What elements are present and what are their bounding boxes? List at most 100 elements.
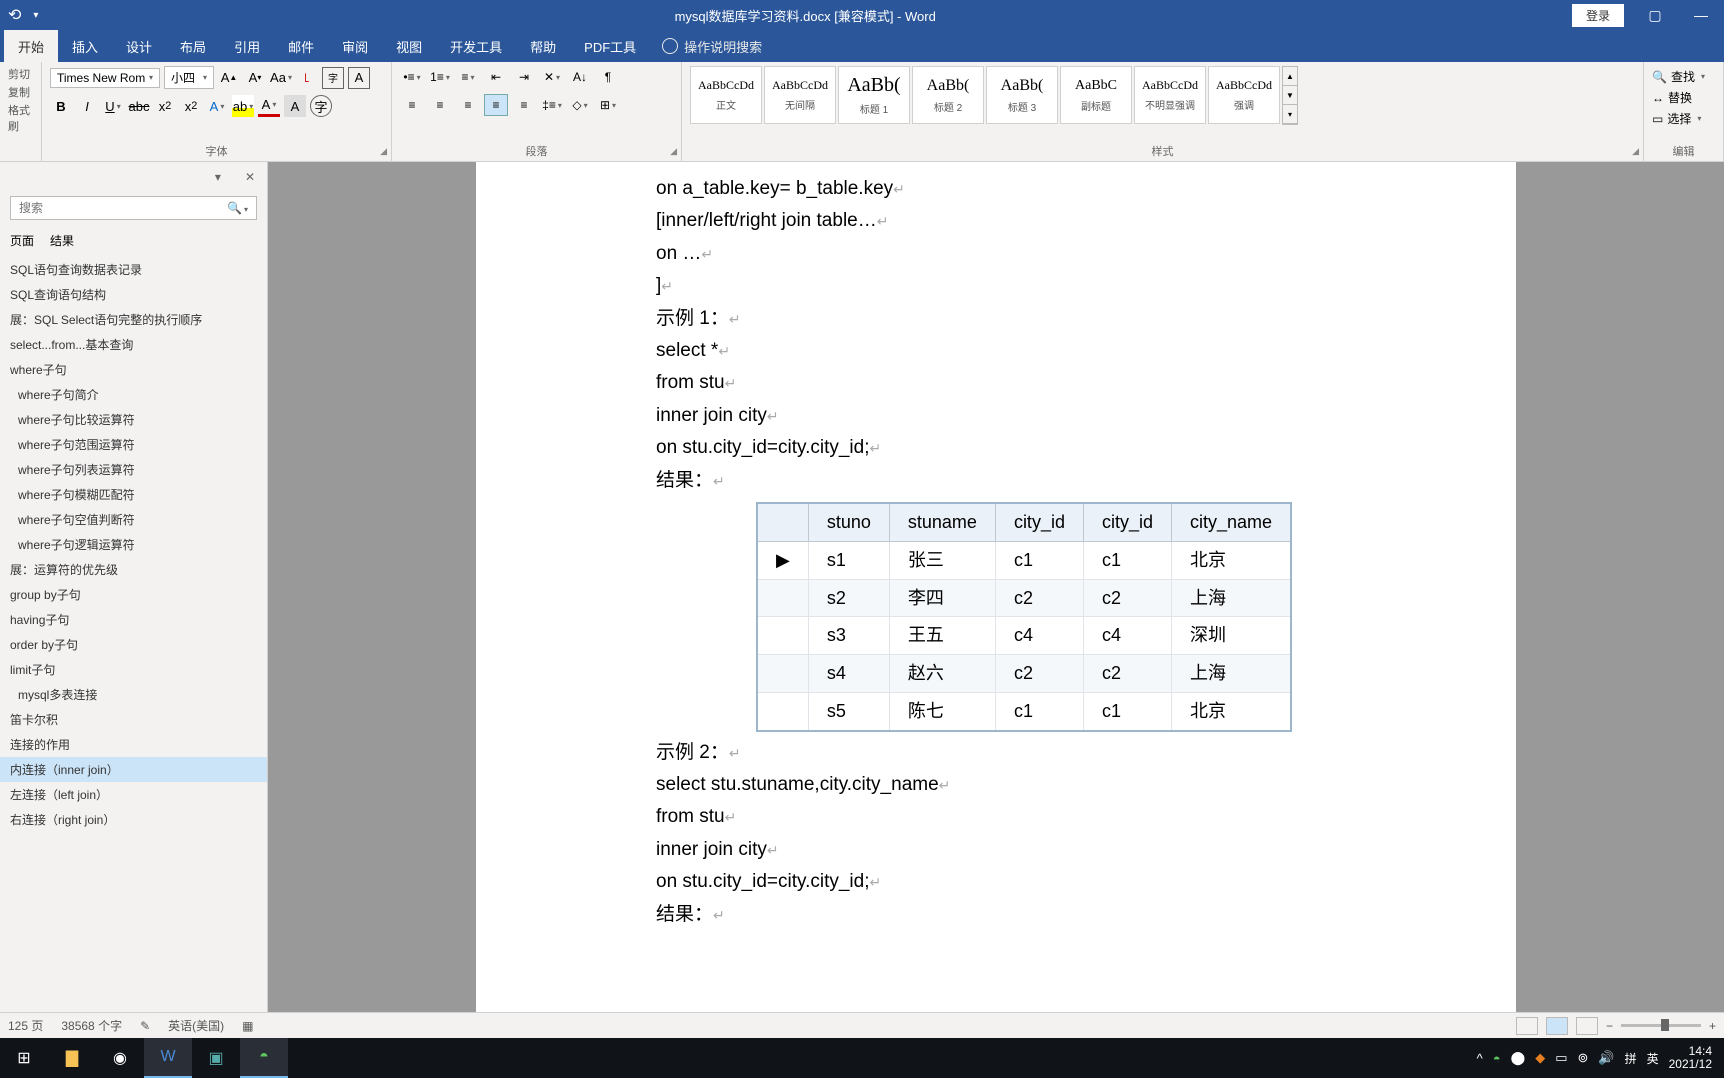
nav-heading-item[interactable]: select...from...基本查询 (0, 332, 267, 357)
spell-check-icon[interactable]: ✎ (140, 1019, 150, 1033)
nav-heading-item[interactable]: 左连接（left join） (0, 782, 267, 807)
replace-button[interactable]: ↔替换 (1652, 87, 1715, 108)
style-item-6[interactable]: AaBbCcDd不明显强调 (1134, 66, 1206, 124)
multilevel-button[interactable]: ≡▾ (456, 66, 480, 88)
tray-wifi-icon[interactable]: ⊚ (1577, 1050, 1588, 1066)
superscript-button[interactable]: x2 (180, 95, 202, 117)
char-shading-button[interactable]: A (284, 95, 306, 117)
align-left-button[interactable]: ≡ (400, 94, 424, 116)
macro-icon[interactable]: ▦ (242, 1019, 253, 1033)
italic-button[interactable]: I (76, 95, 98, 117)
tab-insert[interactable]: 插入 (58, 30, 112, 62)
tab-view[interactable]: 视图 (382, 30, 436, 62)
justify-button[interactable]: ≡ (484, 94, 508, 116)
page-count[interactable]: 125 页 (8, 1017, 43, 1034)
tray-app3-icon[interactable]: ◆ (1535, 1050, 1545, 1066)
nav-heading-item[interactable]: where子句逻辑运算符 (0, 532, 267, 557)
nav-heading-item[interactable]: order by子句 (0, 632, 267, 657)
nav-heading-item[interactable]: where子句模糊匹配符 (0, 482, 267, 507)
web-layout-button[interactable] (1576, 1017, 1598, 1035)
print-layout-button[interactable] (1546, 1017, 1568, 1035)
text-effects-button[interactable]: A▾ (206, 95, 228, 117)
nav-heading-item[interactable]: where子句比较运算符 (0, 407, 267, 432)
nav-search-input[interactable] (19, 201, 227, 215)
nav-heading-item[interactable]: having子句 (0, 607, 267, 632)
tray-app1-icon[interactable]: ◓ (1493, 1051, 1501, 1066)
word-icon[interactable]: W (144, 1038, 192, 1078)
borders-button[interactable]: ⊞▾ (596, 94, 620, 116)
numbering-button[interactable]: 1≡▾ (428, 66, 452, 88)
tab-references[interactable]: 引用 (220, 30, 274, 62)
wechat-icon[interactable]: ◓ (240, 1038, 288, 1078)
char-border-button[interactable]: 字 (322, 67, 344, 89)
change-case-button[interactable]: Aa▾ (270, 67, 292, 89)
tray-volume-icon[interactable]: 🔊 (1598, 1050, 1614, 1066)
nav-heading-item[interactable]: limit子句 (0, 657, 267, 682)
align-center-button[interactable]: ≡ (428, 94, 452, 116)
style-item-1[interactable]: AaBbCcDd无间隔 (764, 66, 836, 124)
style-item-7[interactable]: AaBbCcDd强调 (1208, 66, 1280, 124)
nav-heading-item[interactable]: 展：SQL Select语句完整的执行顺序 (0, 307, 267, 332)
tray-date[interactable]: 2021/12 (1669, 1058, 1712, 1071)
nav-heading-item[interactable]: where子句范围运算符 (0, 432, 267, 457)
copy-button[interactable]: 复制 (8, 84, 33, 100)
zoom-in-button[interactable]: + (1709, 1019, 1716, 1033)
cut-button[interactable]: 剪切 (8, 66, 33, 82)
styles-dialog-icon[interactable]: ◢ (1632, 146, 1639, 157)
document-area[interactable]: on a_table.key= b_table.key↵[inner/left/… (268, 162, 1724, 1012)
nav-heading-item[interactable]: 右连接（right join） (0, 807, 267, 832)
start-button[interactable]: ⊞ (0, 1038, 48, 1078)
style-item-2[interactable]: AaBb(标题 1 (838, 66, 910, 124)
explorer-icon[interactable]: ▇ (48, 1038, 96, 1078)
nav-heading-item[interactable]: where子句空值判断符 (0, 507, 267, 532)
tab-help[interactable]: 帮助 (516, 30, 570, 62)
chrome-icon[interactable]: ◉ (96, 1038, 144, 1078)
nav-heading-item[interactable]: group by子句 (0, 582, 267, 607)
nav-heading-item[interactable]: SQL语句查询数据表记录 (0, 257, 267, 282)
ribbon-display-icon[interactable]: ▢ (1632, 0, 1678, 30)
search-icon[interactable]: 🔍▾ (227, 201, 248, 215)
enclose-char-button[interactable]: 字 (310, 95, 332, 117)
subscript-button[interactable]: x2 (154, 95, 176, 117)
nav-heading-item[interactable]: SQL查询语句结构 (0, 282, 267, 307)
bullets-button[interactable]: •≡▾ (400, 66, 424, 88)
language-indicator[interactable]: 英语(美国) (168, 1017, 224, 1034)
style-item-4[interactable]: AaBb(标题 3 (986, 66, 1058, 124)
nav-dropdown-icon[interactable]: ▾ (215, 170, 221, 184)
nav-heading-item[interactable]: mysql多表连接 (0, 682, 267, 707)
autosave-icon[interactable]: ⟲ (8, 5, 21, 25)
tab-home[interactable]: 开始 (4, 30, 58, 62)
font-name-combo[interactable]: Times New Rom▾ (50, 68, 160, 88)
para-dialog-icon[interactable]: ◢ (670, 146, 677, 157)
increase-indent-button[interactable]: ⇥ (512, 66, 536, 88)
font-dialog-icon[interactable]: ◢ (380, 146, 387, 157)
nav-heading-item[interactable]: where子句简介 (0, 382, 267, 407)
nav-tab-results[interactable]: 结果 (50, 232, 74, 253)
word-count[interactable]: 38568 个字 (61, 1017, 122, 1034)
clear-format-button[interactable]: A (348, 67, 370, 89)
align-right-button[interactable]: ≡ (456, 94, 480, 116)
read-mode-button[interactable] (1516, 1017, 1538, 1035)
ime-indicator-2[interactable]: 英 (1647, 1050, 1659, 1067)
zoom-slider[interactable] (1621, 1024, 1701, 1027)
nav-search-box[interactable]: 🔍▾ (10, 196, 257, 220)
nav-heading-item[interactable]: 展：运算符的优先级 (0, 557, 267, 582)
tray-chevron-icon[interactable]: ^ (1477, 1051, 1483, 1066)
nav-tab-pages[interactable]: 页面 (10, 232, 34, 253)
tab-layout[interactable]: 布局 (166, 30, 220, 62)
format-painter-button[interactable]: 格式刷 (8, 102, 33, 134)
style-item-0[interactable]: AaBbCcDd正文 (690, 66, 762, 124)
nav-heading-item[interactable]: 连接的作用 (0, 732, 267, 757)
line-spacing-button[interactable]: ‡≡▾ (540, 94, 564, 116)
nav-close-icon[interactable]: ✕ (245, 170, 255, 184)
tell-me-search[interactable]: 操作说明搜索 (662, 37, 762, 56)
nav-heading-item[interactable]: 笛卡尔积 (0, 707, 267, 732)
login-button[interactable]: 登录 (1572, 4, 1624, 27)
ime-indicator-1[interactable]: 拼 (1625, 1050, 1637, 1067)
minimize-icon[interactable]: — (1678, 0, 1724, 30)
zoom-out-button[interactable]: − (1606, 1019, 1613, 1033)
shrink-font-button[interactable]: A▾ (244, 67, 266, 89)
style-item-3[interactable]: AaBb(标题 2 (912, 66, 984, 124)
tab-developer[interactable]: 开发工具 (436, 30, 516, 62)
shading-button[interactable]: ◇▾ (568, 94, 592, 116)
